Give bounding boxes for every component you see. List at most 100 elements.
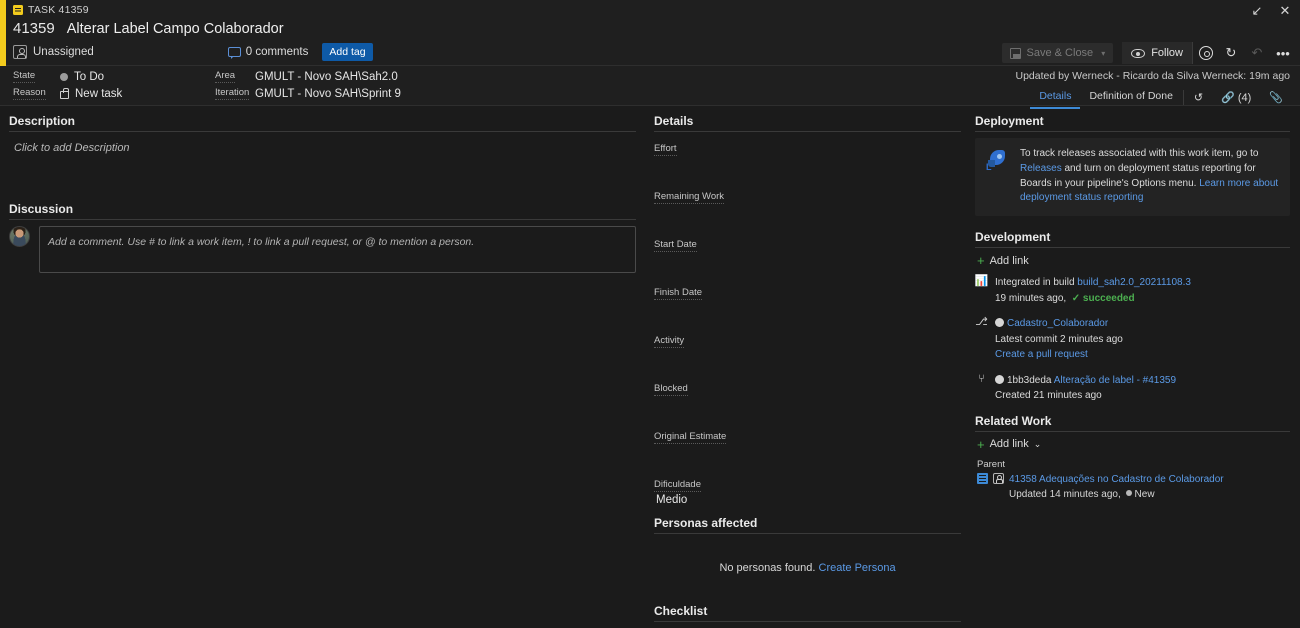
more-options-button[interactable]: ••• — [1270, 42, 1296, 64]
chevron-down-icon[interactable]: ▾ — [1101, 49, 1105, 58]
work-item-title-row: 41359 Alterar Label Campo Colaborador — [13, 20, 284, 37]
history-icon: ↺ — [1193, 92, 1204, 104]
related-work-id[interactable]: 41358 — [1009, 474, 1037, 485]
branch-link[interactable]: Cadastro_Colaborador — [1007, 318, 1108, 329]
blocked-value[interactable] — [654, 396, 961, 409]
rocket-icon: L — [985, 147, 1011, 173]
create-pull-request-link[interactable]: Create a pull request — [995, 349, 1088, 360]
effort-value[interactable] — [654, 156, 961, 169]
development-item-build: 📊 Integrated in build build_sah2.0_20211… — [975, 275, 1290, 306]
work-item-type-accent-bar — [0, 0, 6, 66]
links-count: (4) — [1237, 91, 1252, 104]
comments-link[interactable]: 0 comments — [227, 46, 309, 59]
save-and-close-label: Save & Close — [1026, 47, 1094, 59]
assigned-to-field[interactable]: Unassigned — [13, 45, 94, 59]
development-item-branch: ⎇ Cadastro_Colaborador Latest commit 2 m… — [975, 316, 1290, 363]
dificuldade-label: Dificuldade — [654, 479, 701, 492]
chevron-down-icon[interactable]: ⌄ — [1034, 439, 1042, 450]
activity-label: Activity — [654, 335, 685, 348]
add-tag-button[interactable]: Add tag — [322, 43, 373, 61]
iteration-value[interactable]: GMULT - Novo SAH\Sprint 9 — [255, 88, 401, 100]
comment-input[interactable]: Add a comment. Use # to link a work item… — [39, 226, 636, 273]
branch-icon: ⎇ — [975, 316, 988, 329]
personas-section-title: Personas affected — [654, 516, 758, 530]
close-icon[interactable]: ✕ — [1276, 3, 1294, 19]
build-icon: 📊 — [974, 275, 989, 288]
build-status: succeeded — [1082, 292, 1135, 304]
plus-icon: + — [977, 436, 985, 452]
related-work-add-link-label: Add link — [989, 438, 1029, 451]
tab-divider — [1182, 90, 1184, 105]
development-add-link-button[interactable]: + Add link — [977, 254, 1290, 267]
description-placeholder: Click to add Description — [14, 142, 130, 154]
related-work-add-link-button[interactable]: + Add link ⌄ — [977, 438, 1290, 451]
follow-button[interactable]: Follow — [1122, 42, 1192, 64]
related-work-updated: Updated 14 minutes ago, — [1009, 489, 1121, 501]
details-divider — [654, 131, 961, 132]
dificuldade-value[interactable]: Medio — [654, 492, 961, 506]
commit-link[interactable]: Alteração de label - #41359 — [1054, 375, 1176, 386]
refresh-button[interactable]: ↻ — [1218, 42, 1244, 64]
development-section-title: Development — [975, 230, 1051, 245]
work-item-id: 41359 — [13, 20, 55, 37]
related-work-divider — [975, 430, 1290, 432]
deployment-text-part1: To track releases associated with this w… — [1020, 148, 1259, 159]
development-divider — [975, 247, 1290, 249]
blocked-label: Blocked — [654, 383, 688, 396]
work-item-body: Description Click to add Description Dis… — [0, 106, 1300, 626]
state-label: State — [13, 70, 36, 83]
attachments-icon: 📎 — [1269, 92, 1283, 104]
reason-value-label: New task — [75, 87, 123, 100]
state-value-label: To Do — [74, 70, 105, 83]
reason-value: New task — [60, 87, 215, 100]
comments-count-label: 0 comments — [245, 46, 309, 58]
description-section-title: Description — [9, 114, 76, 128]
branch-commit-time: Latest commit 2 minutes ago — [995, 333, 1123, 345]
reason-label: Reason — [13, 87, 46, 100]
deployment-info-text: To track releases associated with this w… — [1020, 147, 1280, 206]
discussion-input-row: Add a comment. Use # to link a work item… — [9, 226, 636, 273]
original-estimate-value[interactable] — [654, 444, 961, 457]
details-section-title: Details — [654, 114, 694, 128]
plus-icon: + — [977, 253, 985, 269]
save-icon — [1009, 47, 1021, 59]
state-value[interactable]: To Do — [60, 71, 215, 83]
create-persona-link[interactable]: Create Persona — [819, 562, 896, 574]
remaining-work-label: Remaining Work — [654, 191, 725, 204]
related-work-title[interactable]: Adequações no Cadastro de Colaborador — [1039, 474, 1224, 485]
check-icon: ✓ — [1068, 292, 1081, 304]
checklist-section-title: Checklist — [654, 604, 708, 618]
comment-icon — [227, 47, 241, 59]
discussion-section-title: Discussion — [9, 202, 74, 216]
description-editor[interactable]: Click to add Description — [9, 138, 636, 176]
releases-link[interactable]: Releases — [1020, 163, 1062, 174]
undo-button: ↶ — [1244, 42, 1270, 64]
finish-date-label: Finish Date — [654, 287, 703, 300]
restore-down-icon[interactable]: ↙︎ — [1248, 3, 1266, 19]
state-dot-icon — [1125, 490, 1132, 497]
commit-avatar — [995, 374, 1004, 384]
finish-date-value[interactable] — [654, 300, 961, 313]
commit-hash: 1bb3deda — [1007, 374, 1052, 386]
area-value[interactable]: GMULT - Novo SAH\Sah2.0 — [255, 71, 401, 83]
iteration-label: Iteration — [215, 87, 250, 100]
detail-field-remaining-work: Remaining Work — [654, 186, 961, 217]
settings-button[interactable] — [1192, 42, 1218, 64]
discussion-divider — [9, 219, 636, 220]
description-divider — [9, 131, 636, 132]
deployment-divider — [975, 131, 1290, 132]
activity-value[interactable] — [654, 348, 961, 361]
eye-icon — [1131, 48, 1146, 58]
person-icon — [993, 472, 1004, 484]
undo-icon: ↶ — [1251, 45, 1263, 60]
detail-field-dificuldade: Dificuldade Medio — [654, 474, 961, 506]
related-work-group-label: Parent — [977, 458, 1005, 470]
links-icon: 🔗 — [1221, 92, 1235, 104]
build-link[interactable]: build_sah2.0_20211108.3 — [1077, 277, 1191, 288]
detail-field-blocked: Blocked — [654, 378, 961, 409]
window-controls: ↙︎ ✕ — [1248, 3, 1294, 19]
save-and-close-button[interactable]: Save & Close ▾ — [1001, 43, 1114, 63]
remaining-work-value[interactable] — [654, 204, 961, 217]
start-date-value[interactable] — [654, 252, 961, 265]
work-item-title[interactable]: Alterar Label Campo Colaborador — [67, 21, 284, 37]
